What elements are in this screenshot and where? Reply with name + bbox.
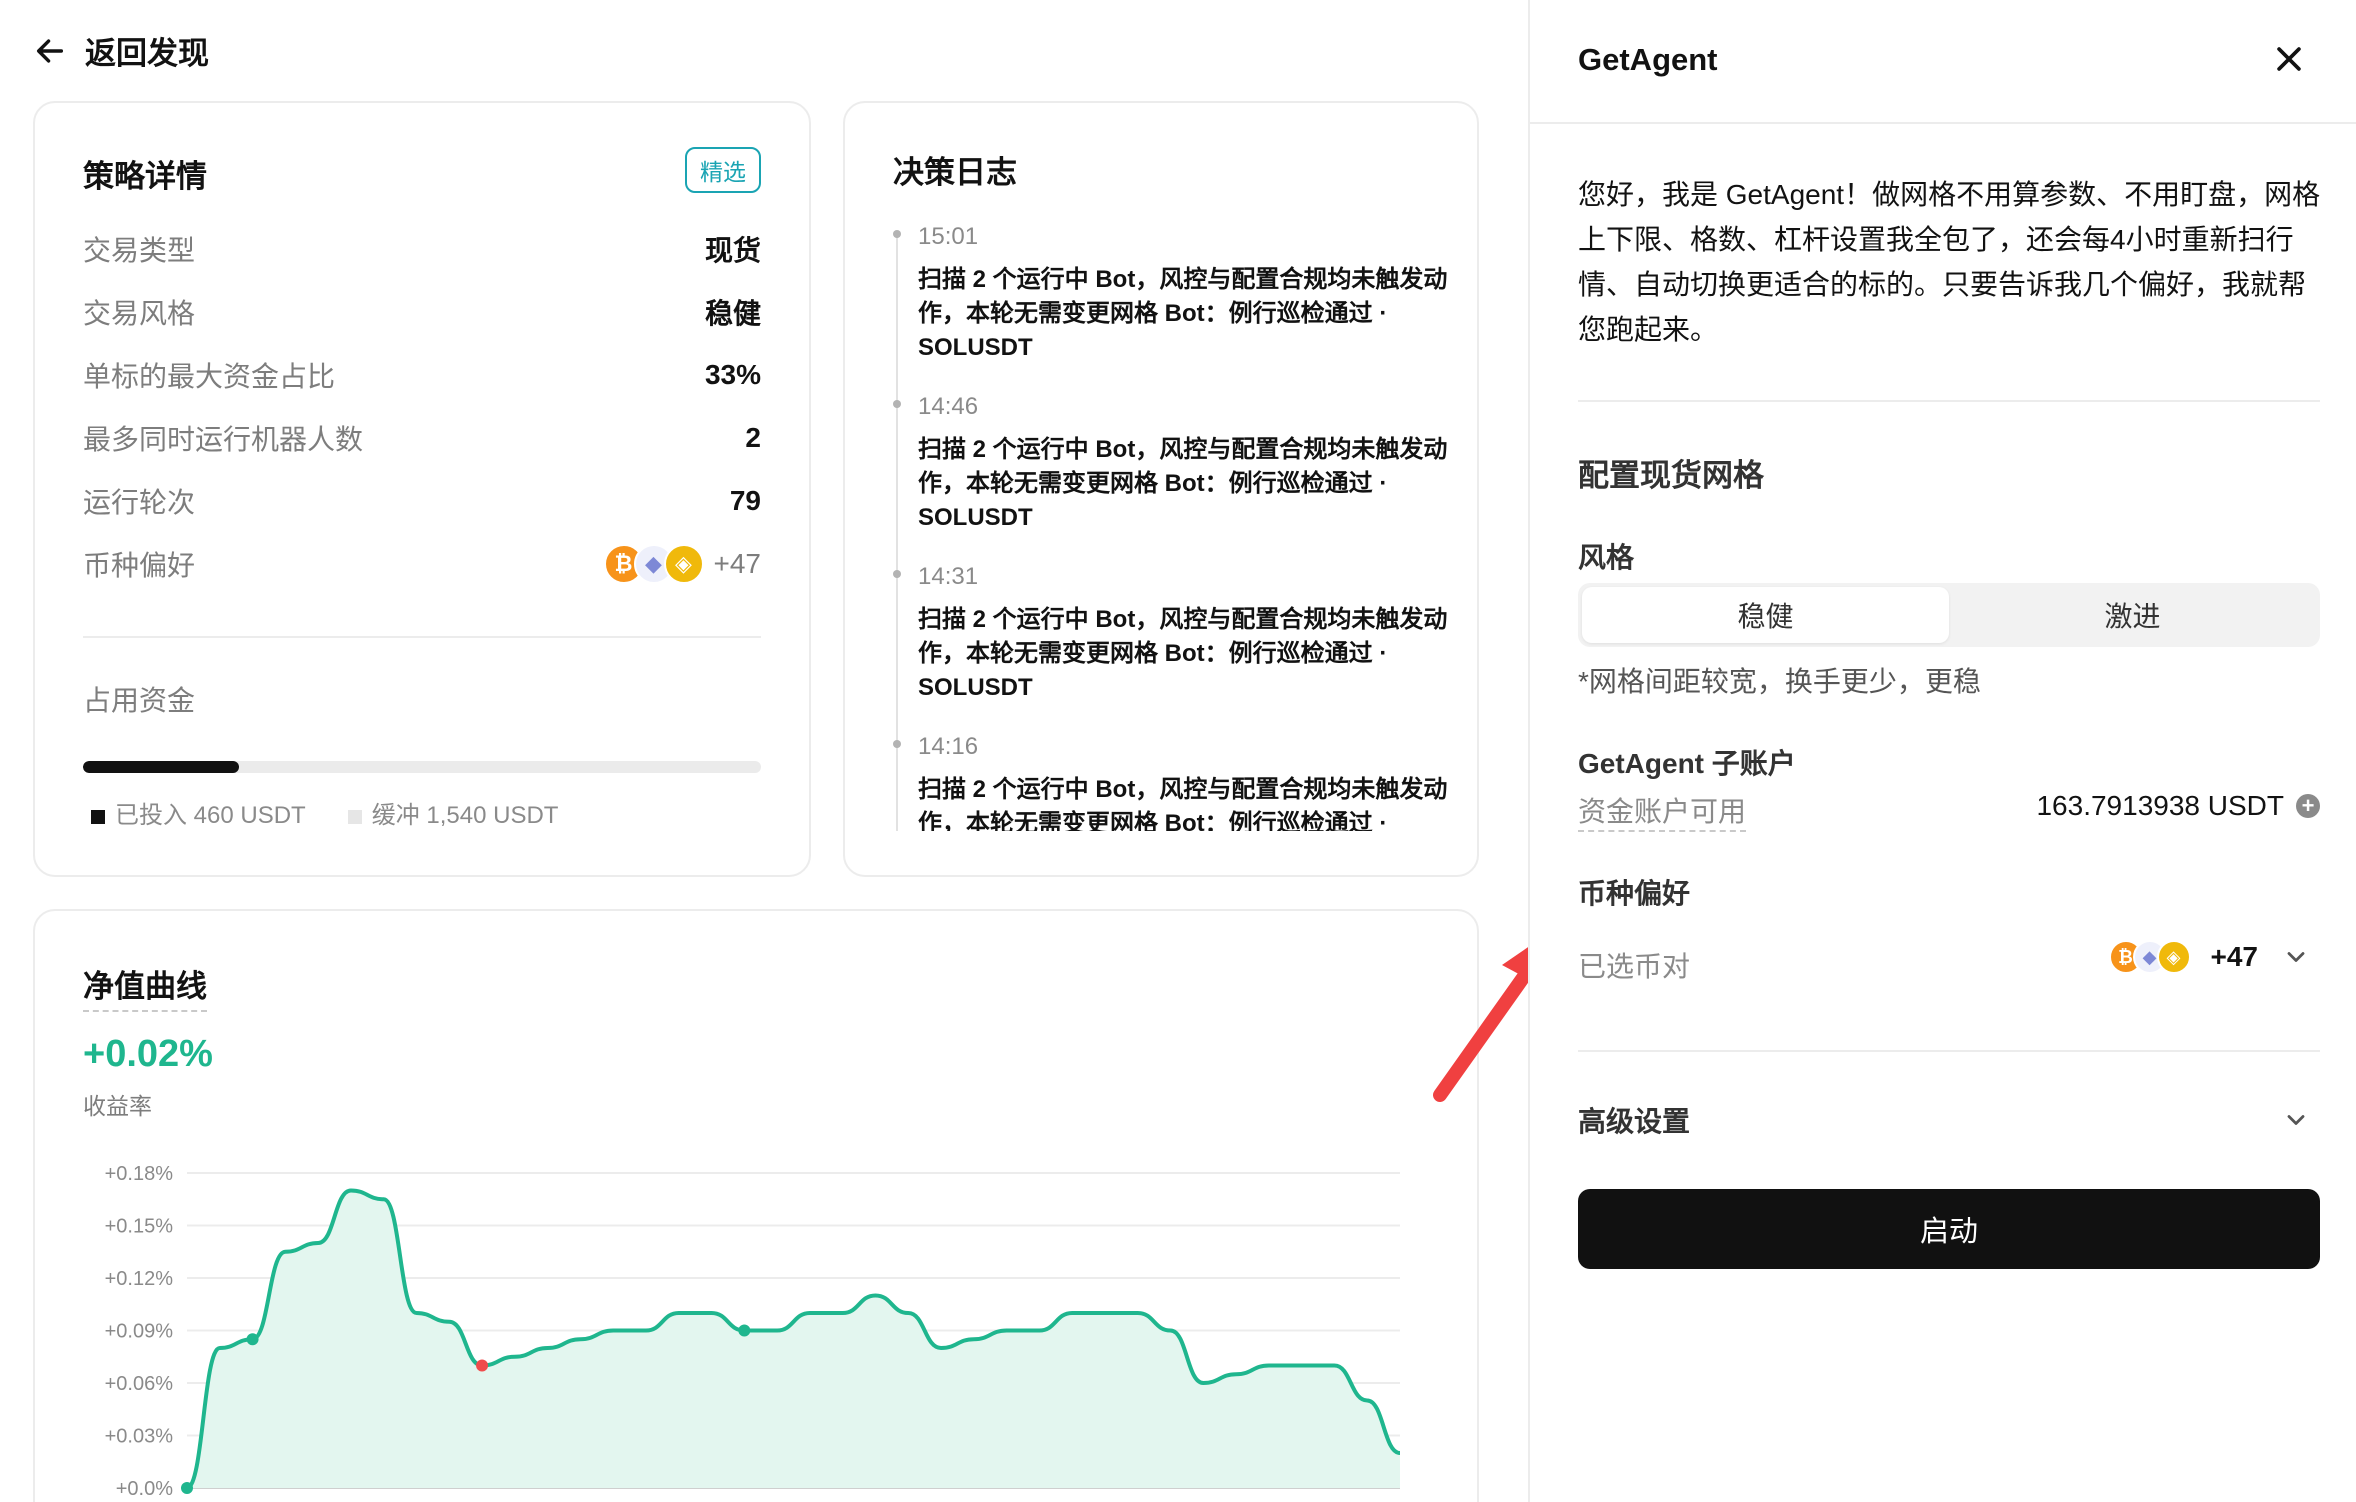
divider [1578,1050,2320,1052]
equity-point [476,1359,489,1372]
y-tick-label: +0.03% [105,1426,174,1448]
y-tick-label: +0.18% [105,1163,174,1185]
capital-legend: 已投入 460 USDT 缓冲 1,540 USDT [91,795,558,830]
style-segmented-control: 稳健 激进 [1578,583,2320,647]
strategy-row-coin-pref: 币种偏好 ₿ ◆ ◈ +47 [83,544,761,584]
decision-log-card: 决策日志 15:01 扫描 2 个运行中 Bot，风控与配置合规均未触发动作，本… [843,101,1479,877]
config-title: 配置现货网格 [1578,458,1764,493]
row-value: 现货 [704,235,761,266]
y-tick-label: +0.06% [105,1373,174,1395]
log-time: 14:31 [918,563,979,590]
log-item: 15:01 扫描 2 个运行中 Bot，风控与配置合规均未触发动作，本轮无需变更… [893,219,1453,365]
equity-point [181,1482,193,1494]
chevron-down-icon [2287,952,2305,962]
close-icon[interactable] [2272,42,2306,76]
back-label: 返回发现 [85,36,209,71]
divider [83,636,761,638]
strategy-row-rounds: 运行轮次 79 [83,481,761,521]
advanced-settings-toggle[interactable]: 高级设置 [1578,1100,2310,1140]
style-label: 风格 [1578,542,1635,573]
log-title: 决策日志 [893,155,1017,190]
coin-pref-label: 币种偏好 [1578,878,1691,909]
coin-icons: ₿ ◆ ◈ +47 [603,544,762,584]
bnb-icon: ◈ [2156,940,2191,974]
strategy-row-style: 交易风格 稳健 [83,292,761,332]
divider [1578,400,2320,402]
coin-more-count: +47 [713,548,762,579]
log-text: 扫描 2 个运行中 Bot，风控与配置合规均未触发动作，本轮无需变更网格 Bot… [918,436,1448,531]
fund-value: 163.7913938 USDT [2036,790,2284,821]
equity-area [187,1190,1400,1488]
strategy-card: 策略详情 精选 交易类型 现货 交易风格 稳健 单标的最大资金占比 33% 最多… [33,101,811,877]
row-label: 交易风格 [83,298,196,329]
capital-bar-fill [83,761,239,773]
row-label: 单标的最大资金占比 [83,361,336,392]
equity-card: 净值曲线 +0.02% 收益率 +0.18% +0.15% +0.12% +0.09%… [33,909,1479,1502]
log-text: 扫描 2 个运行中 Bot，风控与配置合规均未触发动作，本轮无需变更网格 Bot… [918,266,1448,361]
fund-available-label[interactable]: 资金账户可用 [1578,790,1747,832]
start-button[interactable]: 启动 [1578,1189,2320,1269]
row-label: 运行轮次 [83,487,196,518]
legend-buffer: 缓冲 1,540 USDT [347,795,558,830]
y-tick-label: +0.0% [116,1478,173,1500]
row-value: 79 [729,485,761,516]
equity-point [246,1333,259,1346]
strategy-row-max-ratio: 单标的最大资金占比 33% [83,355,761,395]
log-item: 14:46 扫描 2 个运行中 Bot，风控与配置合规均未触发动作，本轮无需变更… [893,389,1453,535]
bnb-icon: ◈ [663,544,704,584]
row-value: 33% [704,359,761,390]
back-link[interactable]: 返回发现 [33,28,209,73]
equity-chart: +0.18% +0.15% +0.12% +0.09% +0.06% +0.03% +0.0… [105,1163,1401,1500]
y-tick-label: +0.09% [105,1321,174,1343]
style-option-aggressive[interactable]: 激进 [1949,587,2316,643]
arrow-left-icon [36,38,64,63]
log-item: 14:16 扫描 2 个运行中 Bot，风控与配置合规均未触发动作，本轮无需变更… [893,729,1453,831]
pairs-more-count: +47 [2210,941,2259,972]
chevron-down-icon [2287,1115,2305,1125]
legend-invested: 已投入 460 USDT [91,795,306,830]
style-hint: *网格间距较宽，换手更少，更稳 [1578,666,1981,697]
strategy-title: 策略详情 [83,159,207,194]
timeline-dot [893,400,901,408]
fund-available: 163.7913938 USDT + [2036,790,2320,822]
y-tick-label: +0.15% [105,1216,174,1238]
row-value: 2 [745,422,761,453]
panel-header: GetAgent [1530,0,2356,124]
row-label: 交易类型 [83,235,196,266]
capital-bar [83,761,761,773]
log-item: 14:31 扫描 2 个运行中 Bot，风控与配置合规均未触发动作，本轮无需变更… [893,559,1453,705]
account-label: GetAgent 子账户 [1578,748,1796,779]
row-label: 币种偏好 [83,550,196,581]
coin-icons: ₿ ◆ ◈ [2108,940,2191,974]
y-tick-label: +0.12% [105,1268,174,1290]
equity-point [738,1324,751,1337]
advanced-label: 高级设置 [1578,1106,1691,1137]
pairs-selector[interactable]: ₿ ◆ ◈ +47 [2108,940,2311,974]
style-option-steady[interactable]: 稳健 [1582,587,1949,643]
timeline-dot [893,570,901,578]
timeline-dot [893,740,901,748]
timeline-dot [893,230,901,238]
log-text: 扫描 2 个运行中 Bot，风控与配置合规均未触发动作，本轮无需变更网格 Bot… [918,776,1448,831]
capital-label: 占用资金 [83,685,196,716]
strategy-row-trade-type: 交易类型 现货 [83,229,761,269]
strategy-row-max-bots: 最多同时运行机器人数 2 [83,418,761,458]
row-label: 最多同时运行机器人数 [83,424,364,455]
log-list[interactable]: 15:01 扫描 2 个运行中 Bot，风控与配置合规均未触发动作，本轮无需变更… [893,219,1453,831]
featured-badge: 精选 [685,147,761,193]
add-funds-icon[interactable]: + [2296,794,2320,818]
panel-title: GetAgent [1578,42,1718,77]
agent-intro: 您好，我是 GetAgent！做网格不用算参数、不用盯盘，网格上下限、格数、杠杆… [1578,179,2321,345]
getagent-panel: GetAgent 您好，我是 GetAgent！做网格不用算参数、不用盯盘，网格… [1528,0,2356,1502]
log-time: 14:46 [918,393,979,420]
row-value: 稳健 [704,298,761,329]
log-text: 扫描 2 个运行中 Bot，风控与配置合规均未触发动作，本轮无需变更网格 Bot… [918,606,1448,701]
log-time: 15:01 [918,223,979,250]
pairs-label: 已选币对 [1578,951,1691,982]
log-time: 14:16 [918,733,979,760]
